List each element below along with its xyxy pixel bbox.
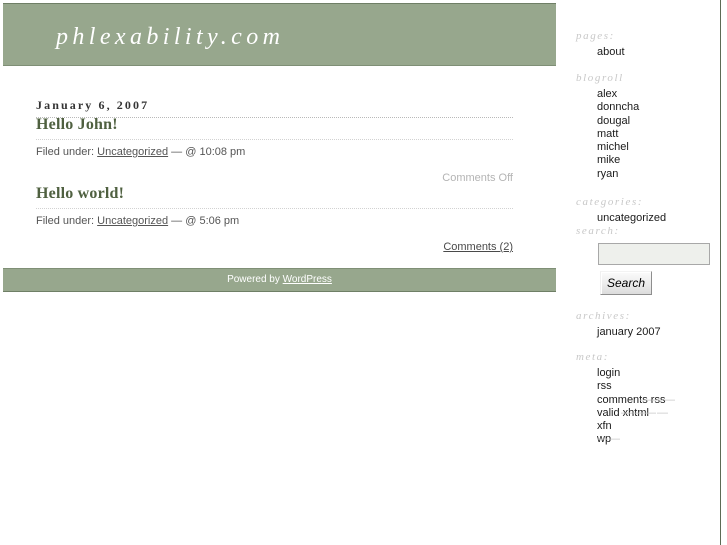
list-item[interactable]: michel bbox=[576, 141, 720, 154]
post-title[interactable]: Hello world! bbox=[36, 185, 513, 203]
list-item[interactable]: wp bbox=[576, 433, 720, 446]
list-item[interactable]: matt bbox=[576, 128, 720, 141]
sidebar-item-xfn[interactable]: xfn bbox=[597, 420, 612, 432]
post-meta: Filed under: Uncategorized — @ 5:06 pm bbox=[36, 208, 513, 227]
sidebar-heading-search: search: bbox=[576, 225, 620, 237]
site-header: phlexability.com bbox=[3, 3, 556, 66]
sidebar-heading-archives: archives: bbox=[576, 310, 631, 322]
sidebar-item-donncha[interactable]: donncha bbox=[597, 101, 639, 113]
filed-under-label: Filed under: bbox=[36, 146, 95, 158]
list-item[interactable]: comments rss bbox=[576, 394, 720, 407]
footer-powered-by-label: Powered by bbox=[227, 274, 280, 285]
sidebar-heading-meta: meta: bbox=[576, 351, 610, 363]
sidebar-section-archives: archives: january 2007 bbox=[576, 310, 720, 339]
sidebar-item-mike[interactable]: mike bbox=[597, 154, 620, 166]
sidebar-section-search: search: Search bbox=[576, 225, 720, 295]
list-item[interactable]: xfn bbox=[576, 420, 720, 433]
sidebar-item-alex[interactable]: alex bbox=[597, 88, 617, 100]
sidebar-item-ryan[interactable]: ryan bbox=[597, 168, 618, 180]
wordpress-link[interactable]: WordPress bbox=[283, 274, 332, 285]
post-time: 5:06 pm bbox=[199, 215, 240, 227]
sidebar-item-valid-xhtml[interactable]: valid xhtml bbox=[597, 407, 649, 419]
date-heading: January 6, 2007 bbox=[36, 98, 513, 118]
sidebar-item-comments-rss[interactable]: comments rss bbox=[597, 394, 665, 406]
sidebar-archives-list: january 2007 bbox=[576, 322, 720, 339]
sidebar-item-michel[interactable]: michel bbox=[597, 141, 629, 153]
list-item[interactable]: mike bbox=[576, 154, 720, 167]
search-button[interactable]: Search bbox=[600, 271, 652, 295]
sidebar-item-january-2007[interactable]: january 2007 bbox=[597, 326, 661, 338]
site-footer: Powered by WordPress bbox=[3, 268, 556, 292]
sidebar-pages-list: about bbox=[576, 42, 720, 59]
sidebar-item-uncategorized[interactable]: uncategorized bbox=[597, 212, 666, 224]
page-right-border bbox=[720, 0, 721, 545]
list-item[interactable]: uncategorized bbox=[576, 212, 720, 225]
comments-off-label: Comments Off bbox=[442, 172, 513, 184]
sidebar-section-meta: meta: login rss comments rss valid xhtml… bbox=[576, 351, 720, 447]
post-meta: Filed under: Uncategorized — @ 10:08 pm bbox=[36, 139, 513, 158]
sidebar-categories-list: uncategorized bbox=[576, 208, 720, 225]
post: Hello world! Filed under: Uncategorized … bbox=[36, 185, 513, 253]
list-item[interactable]: donncha bbox=[576, 101, 720, 114]
sidebar-item-login[interactable]: login bbox=[597, 367, 620, 379]
sidebar-item-matt[interactable]: matt bbox=[597, 128, 618, 140]
sidebar-blogroll-list: alex donncha dougal matt michel mike rya… bbox=[576, 84, 720, 181]
sidebar-section-blogroll: blogroll alex donncha dougal matt michel… bbox=[576, 72, 720, 181]
post-title[interactable]: Hello John! bbox=[36, 116, 513, 134]
meta-separator: — @ bbox=[171, 146, 197, 158]
post-category-link[interactable]: Uncategorized bbox=[97, 146, 168, 158]
list-item[interactable]: valid xhtml bbox=[576, 407, 720, 420]
page-root: phlexability.com January 6, 2007 Hello J… bbox=[0, 0, 727, 545]
list-item[interactable]: dougal bbox=[576, 115, 720, 128]
list-item[interactable]: login bbox=[576, 367, 720, 380]
post-time: 10:08 pm bbox=[199, 146, 246, 158]
post-category-link[interactable]: Uncategorized bbox=[97, 215, 168, 227]
comments-link[interactable]: Comments (2) bbox=[443, 241, 513, 253]
post-comments-row: Comments Off bbox=[36, 158, 513, 184]
post: Hello John! Filed under: Uncategorized —… bbox=[36, 116, 513, 184]
meta-separator: — @ bbox=[171, 215, 197, 227]
site-title[interactable]: phlexability.com bbox=[56, 24, 284, 51]
search-input[interactable] bbox=[598, 243, 710, 265]
sidebar-item-about[interactable]: about bbox=[597, 46, 625, 58]
sidebar-section-categories: categories: uncategorized bbox=[576, 196, 720, 225]
list-item[interactable]: rss bbox=[576, 380, 720, 393]
sidebar-meta-list: login rss comments rss valid xhtml xfn w… bbox=[576, 363, 720, 447]
footer-credit: Powered by WordPress bbox=[3, 269, 556, 285]
sidebar-heading-blogroll: blogroll bbox=[576, 72, 624, 84]
list-item[interactable]: alex bbox=[576, 88, 720, 101]
sidebar-item-wp[interactable]: wp bbox=[597, 433, 611, 445]
filed-under-label: Filed under: bbox=[36, 215, 95, 227]
list-item[interactable]: about bbox=[576, 46, 720, 59]
list-item[interactable]: ryan bbox=[576, 168, 720, 181]
sidebar-item-rss[interactable]: rss bbox=[597, 380, 612, 392]
sidebar-heading-categories: categories: bbox=[576, 196, 644, 208]
list-item[interactable]: january 2007 bbox=[576, 326, 720, 339]
sidebar-item-dougal[interactable]: dougal bbox=[597, 115, 630, 127]
sidebar-heading-pages: pages: bbox=[576, 30, 615, 42]
post-comments-row: Comments (2) bbox=[36, 227, 513, 253]
sidebar-section-pages: pages: about bbox=[576, 30, 720, 59]
